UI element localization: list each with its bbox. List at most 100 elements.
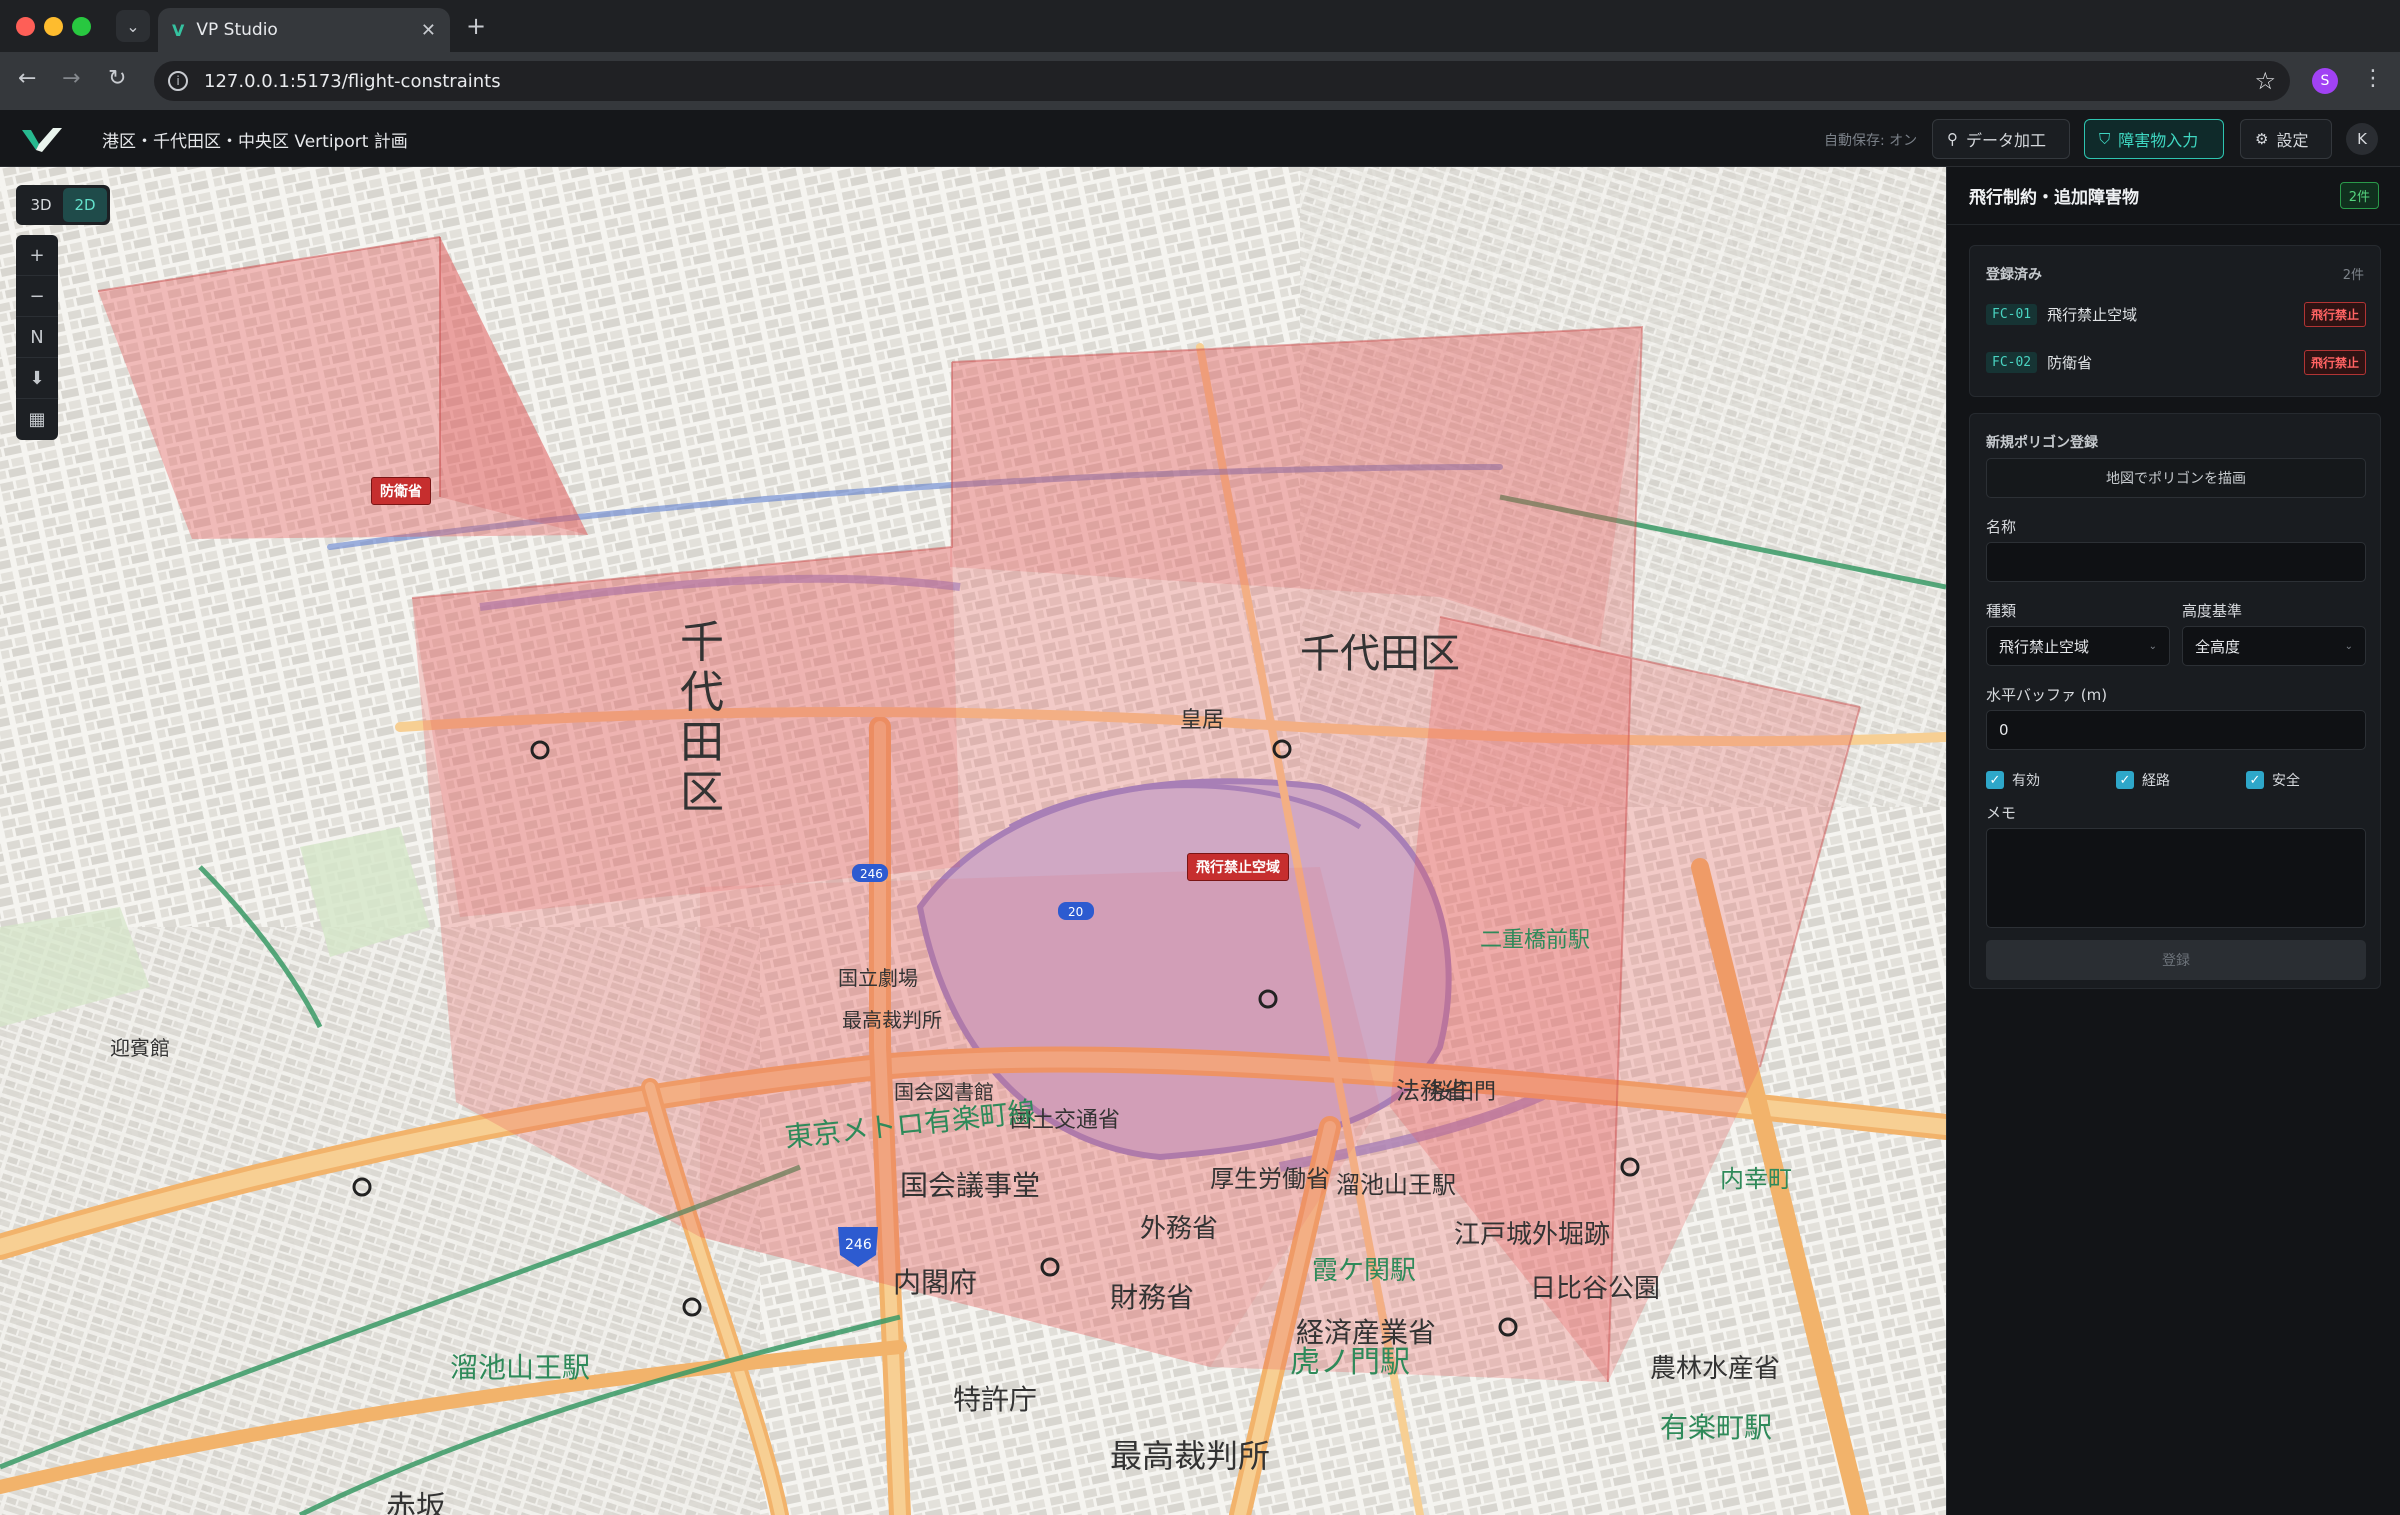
- count-badge: 2件: [2339, 182, 2379, 209]
- new-polygon-card: 新規ポリゴン登録 地図でポリゴンを描画 名称 種類 飛行禁止空域 ⌄ 高度基準 …: [1969, 413, 2381, 989]
- safety-checkbox[interactable]: ✓ 安全: [2246, 770, 2300, 790]
- profile-avatar[interactable]: S: [2312, 68, 2338, 94]
- map-place-label: 財務省: [1110, 1281, 1194, 1314]
- obstacle-input-button[interactable]: ⛉ 障害物入力: [2084, 119, 2224, 159]
- map-place-label: 皇居: [1180, 708, 1224, 733]
- type-label: 種類: [1986, 602, 2017, 620]
- new-tab-plus-icon[interactable]: +: [466, 12, 486, 40]
- user-avatar[interactable]: K: [2346, 123, 2378, 155]
- map-svg: 千 代 田 区 千代田区 皇居 国会議事堂 外務省 財務省 内閣府 特許庁 経済…: [0, 167, 1946, 1515]
- route-checkbox[interactable]: ✓ 経路: [2116, 770, 2170, 790]
- map-controls: + − N ⬇ ▦: [16, 235, 58, 440]
- map-place-label: 桜田門: [1430, 1080, 1496, 1105]
- altitude-select[interactable]: 全高度 ⌄: [2182, 626, 2366, 666]
- map-place-label: 内閣府: [893, 1266, 977, 1299]
- gear-icon: ⚙: [2255, 130, 2269, 148]
- altitude-label: 高度基準: [2182, 602, 2243, 620]
- settings-button[interactable]: ⚙ 設定: [2240, 119, 2332, 159]
- tab-close-icon[interactable]: ✕: [421, 20, 436, 41]
- browser-tab[interactable]: V VP Studio ✕: [158, 8, 450, 52]
- map-station-label: 内幸町: [1720, 1165, 1792, 1193]
- registered-item-fc01[interactable]: FC-01 飛行禁止空域 飛行禁止: [1986, 296, 2366, 332]
- obstacle-input-label: 障害物入力: [2118, 131, 2199, 150]
- sidebar-title: 飛行制約・追加障害物: [1969, 188, 2139, 208]
- map-place-label: 千: [680, 617, 724, 668]
- constraints-sidebar: 飛行制約・追加障害物 2件 登録済み 2件 FC-01 飛行禁止空域 飛行禁止 …: [1946, 167, 2400, 1515]
- browser-toolbar: ← → ↻ i 127.0.0.1:5173/flight-constraint…: [0, 52, 2400, 110]
- chevron-down-icon: ⌄: [2344, 640, 2353, 652]
- name-label: 名称: [1986, 518, 2017, 536]
- browser-tab-bar: ⌄ V VP Studio ✕ +: [0, 0, 2400, 52]
- zoom-in-button[interactable]: +: [16, 235, 58, 276]
- zoom-out-button[interactable]: −: [16, 276, 58, 317]
- window-zoom-button[interactable]: [72, 17, 91, 36]
- map-place-label: 区: [680, 767, 724, 818]
- address-bar[interactable]: i 127.0.0.1:5173/flight-constraints ☆: [154, 61, 2290, 101]
- route-20-marker: 20: [1068, 905, 1083, 919]
- map-place-label: 国会議事堂: [900, 1169, 1040, 1202]
- map-place-label: 特許庁: [953, 1383, 1037, 1416]
- map-station-label: 二重橋前駅: [1480, 928, 1590, 953]
- reset-north-button[interactable]: N: [16, 317, 58, 358]
- app-favicon-icon: V: [172, 20, 185, 40]
- bookmark-star-icon[interactable]: ☆: [2254, 67, 2276, 95]
- forward-arrow-icon[interactable]: →: [62, 66, 80, 91]
- data-processing-button[interactable]: ⚲ データ加工: [1932, 119, 2070, 159]
- map-place-label: 最高裁判所: [842, 1008, 942, 1032]
- name-input[interactable]: [1986, 542, 2366, 582]
- item-name: 防衛省: [2047, 353, 2093, 372]
- enabled-label: 有効: [2012, 773, 2040, 789]
- layers-square-icon[interactable]: ▦: [16, 399, 58, 440]
- item-code: FC-02: [1986, 351, 2038, 373]
- map-station-label: 有楽町駅: [1660, 1411, 1772, 1444]
- registered-title: 登録済み: [1986, 267, 2042, 283]
- tilt-down-icon[interactable]: ⬇: [16, 358, 58, 399]
- buffer-input[interactable]: 0: [1986, 710, 2366, 750]
- type-select[interactable]: 飛行禁止空域 ⌄: [1986, 626, 2170, 666]
- mode-3d-button[interactable]: 3D: [19, 188, 63, 222]
- mode-2d-button[interactable]: 2D: [63, 188, 107, 222]
- data-processing-label: データ加工: [1966, 131, 2047, 150]
- map-place-label: 田: [680, 717, 724, 768]
- shield-icon: ⛉: [2099, 130, 2111, 148]
- route-label: 経路: [2142, 773, 2170, 789]
- map-station-label: 霞ケ関駅: [1312, 1256, 1416, 1286]
- map-canvas[interactable]: 千 代 田 区 千代田区 皇居 国会議事堂 外務省 財務省 内閣府 特許庁 経済…: [0, 167, 1946, 1515]
- app-header: 港区・千代田区・中央区 Vertiport 計画 自動保存: オン ⚲ データ加…: [0, 110, 2400, 167]
- draw-polygon-button[interactable]: 地図でポリゴンを描画: [1986, 458, 2366, 498]
- registered-card: 登録済み 2件 FC-01 飛行禁止空域 飛行禁止 FC-02 防衛省 飛行禁止: [1969, 245, 2381, 397]
- chevron-down-icon: ⌄: [2148, 640, 2157, 652]
- item-code: FC-01: [1986, 303, 2038, 325]
- window-minimize-button[interactable]: [44, 17, 63, 36]
- zone-label-defense[interactable]: 防衛省: [371, 477, 431, 505]
- reload-icon[interactable]: ↻: [108, 66, 126, 91]
- type-value: 飛行禁止空域: [1999, 637, 2090, 656]
- map-place-label: 赤坂: [386, 1490, 446, 1515]
- registered-item-fc02[interactable]: FC-02 防衛省 飛行禁止: [1986, 344, 2366, 380]
- view-mode-toggle: 3D 2D: [16, 185, 110, 225]
- browser-menu-icon[interactable]: ⋮: [2362, 66, 2384, 91]
- tab-search-chevron-icon[interactable]: ⌄: [116, 10, 150, 42]
- memo-textarea[interactable]: [1986, 828, 2366, 928]
- route-246-marker: 246: [845, 1237, 872, 1253]
- zone-label-nofly[interactable]: 飛行禁止空域: [1187, 853, 1289, 881]
- back-arrow-icon[interactable]: ←: [18, 66, 36, 91]
- autosave-status: 自動保存: オン: [1824, 133, 1918, 149]
- map-place-label: 厚生労働省: [1210, 1165, 1330, 1193]
- map-place-label: 溜池山王駅: [1336, 1171, 1456, 1199]
- map-place-label: 国立劇場: [838, 966, 918, 990]
- enabled-checkbox[interactable]: ✓ 有効: [1986, 770, 2040, 790]
- site-info-icon[interactable]: i: [168, 71, 188, 91]
- register-button[interactable]: 登録: [1986, 940, 2366, 980]
- check-icon: ✓: [2246, 771, 2264, 789]
- map-place-label: 日比谷公園: [1530, 1274, 1660, 1304]
- safety-label: 安全: [2272, 773, 2300, 789]
- item-tag: 飛行禁止: [2303, 301, 2366, 327]
- check-icon: ✓: [2116, 771, 2134, 789]
- window-close-button[interactable]: [16, 17, 35, 36]
- project-title: 港区・千代田区・中央区 Vertiport 計画: [102, 132, 408, 152]
- settings-label: 設定: [2276, 131, 2309, 150]
- map-station-label: 虎ノ門駅: [1290, 1345, 1410, 1380]
- map-place-label: 千代田区: [1300, 631, 1460, 677]
- map-place-label: 代: [680, 667, 724, 718]
